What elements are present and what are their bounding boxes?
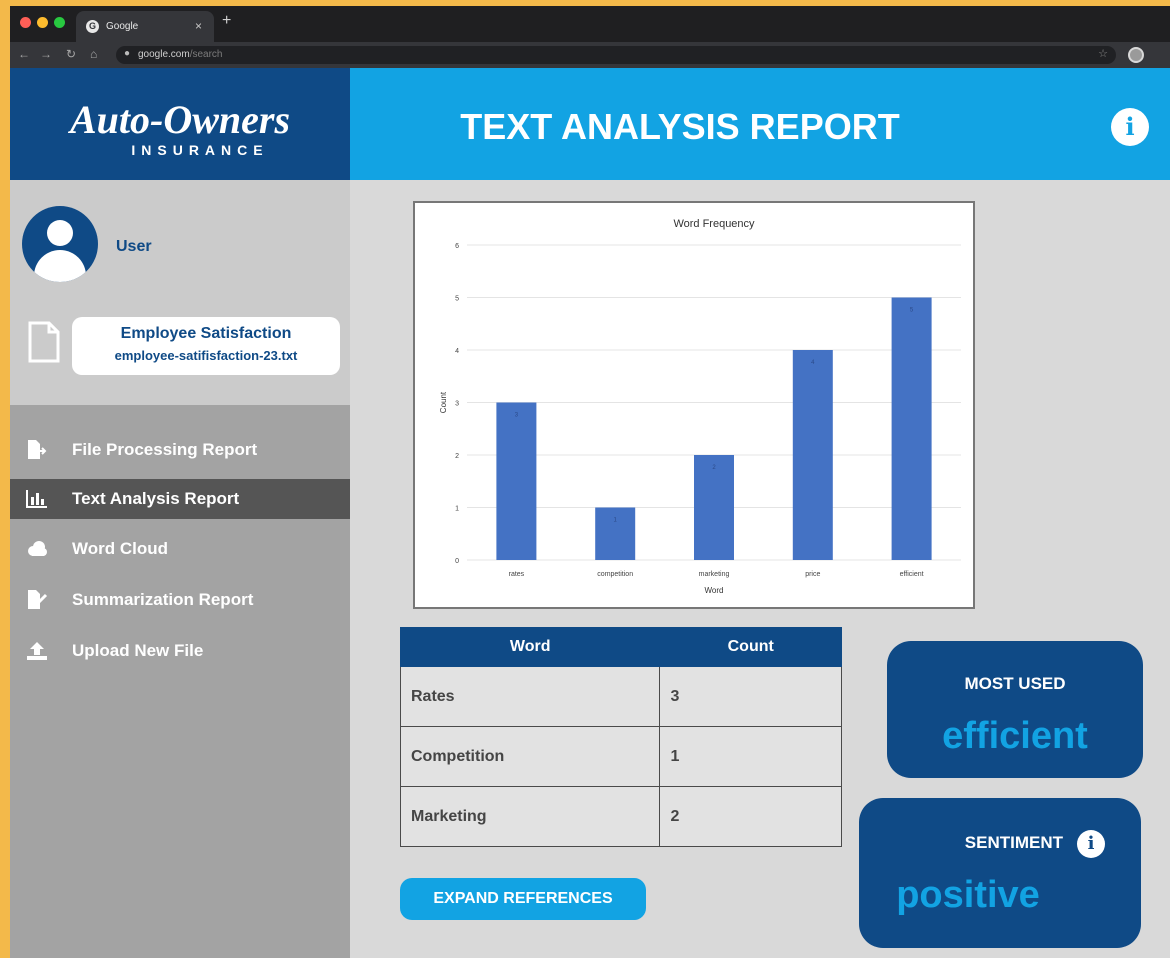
sidebar-item-label: Summarization Report [72,590,254,609]
sidebar-item-word-cloud[interactable]: Word Cloud [10,529,350,569]
most-used-label: MOST USED [964,674,1066,693]
sidebar-item-label: Word Cloud [72,539,168,558]
y-tick-label: 5 [455,296,459,303]
sidebar-item-upload-new-file[interactable]: Upload New File [10,631,350,671]
address-url: google.com/search [138,49,223,60]
file-signature-icon [28,590,48,609]
expand-references-button[interactable]: EXPAND REFERENCES [400,878,646,920]
upload-icon [27,642,47,660]
table-header-row: Word Count [399,627,842,667]
bar-chart-icon [26,490,47,508]
count-cell: 3 [659,666,842,727]
file-name: employee-satifisfaction-23.txt [114,348,298,363]
file-export-icon [28,440,47,459]
sidebar-item-label: File Processing Report [72,440,258,459]
browser-window: G Google × + ← → ↻ ⌂ ● google.com/search… [10,6,1170,958]
word-cell: Competition [399,726,661,787]
word-cell: Marketing [399,786,661,847]
cloud-icon [28,541,47,556]
x-tick-label: rates [509,571,525,578]
browser-toolbar: ← → ↻ ⌂ ● google.com/search ☆ [10,42,1170,68]
chart-bar [792,350,833,560]
chart-bar [595,507,636,560]
sidebar-item-text-analysis-report[interactable]: Text Analysis Report [10,479,350,519]
chart-bar [496,402,537,560]
table-row: Competition 1 [399,726,842,787]
chart-bar [891,297,932,560]
current-file-card[interactable]: Employee Satisfaction employee-satifisfa… [72,317,340,375]
browser-tab[interactable]: G Google × [76,11,214,42]
info-icon[interactable]: i [1111,108,1149,146]
chart-title: Word Frequency [673,218,755,230]
back-arrow-icon[interactable]: ← [18,47,30,61]
sidebar-item-file-processing-report[interactable]: File Processing Report [10,430,350,470]
lock-icon: ● [124,48,131,59]
close-window-button[interactable] [20,17,31,28]
sidebar-item-label: Upload New File [72,641,204,660]
y-tick-label: 3 [455,401,459,408]
x-tick-label: competition [597,571,633,578]
user-avatar-icon[interactable] [22,206,98,282]
logo-wordmark: Auto-Owners [69,97,291,142]
reload-icon[interactable]: ↻ [66,47,76,61]
sentiment-label: SENTIMENT [964,833,1063,852]
most-used-card: MOST USED efficient [887,641,1143,778]
y-tick-label: 4 [455,348,459,355]
y-tick-label: 0 [455,558,459,565]
page-title: TEXT ANALYSIS REPORT [460,106,900,147]
sidebar-item-label: Text Analysis Report [72,489,240,508]
column-header-count: Count [659,627,842,667]
tab-title: Google [106,21,139,32]
x-tick-label: efficient [900,571,924,578]
word-count-table: Word Count Rates 3 Competition 1 Marketi… [399,627,842,847]
x-axis-title: Word [705,586,724,595]
logo-subtitle: INSURANCE [131,142,269,158]
y-tick-label: 1 [455,506,459,513]
bookmark-star-icon[interactable]: ☆ [1098,47,1108,60]
sidebar: User Employee Satisfaction employee-sati… [10,180,350,958]
document-icon [28,321,60,363]
y-tick-label: 6 [455,243,459,250]
sentiment-card: SENTIMENT i positive [859,798,1141,948]
sidebar-item-summarization-report[interactable]: Summarization Report [10,580,350,620]
y-tick-label: 2 [455,453,459,460]
file-title: Employee Satisfaction [120,325,292,342]
y-axis-title: Count [439,391,448,413]
new-tab-button[interactable]: + [222,12,231,30]
sentiment-value: positive [896,874,1040,916]
table-row: Rates 3 [399,666,842,727]
url-path: /search [189,49,223,60]
x-tick-label: price [805,571,820,578]
word-cell: Rates [399,666,661,727]
brand-logo[interactable]: Auto-Owners INSURANCE [10,68,350,180]
word-frequency-chart: Word Frequency 0 1 2 3 4 5 6 3 rates 1 competition 2… [413,201,975,609]
minimize-window-button[interactable] [37,17,48,28]
home-icon[interactable]: ⌂ [90,47,97,61]
tab-close-icon[interactable]: × [195,19,202,33]
sidebar-profile-section: User Employee Satisfaction employee-sati… [10,180,350,405]
most-used-value: efficient [942,715,1088,757]
maximize-window-button[interactable] [54,17,65,28]
count-cell: 1 [659,726,842,787]
sentiment-info-icon[interactable]: i [1077,830,1105,858]
chart-canvas: Word Frequency01234563rates1competition2… [439,218,961,595]
page-header: TEXT ANALYSIS REPORT i [350,68,1170,180]
url-host: google.com [138,49,190,60]
table-row: Marketing 2 [399,786,842,847]
browser-tab-bar: G Google × + [10,6,1170,42]
address-bar[interactable]: ● google.com/search ☆ [116,46,1116,64]
forward-arrow-icon[interactable]: → [40,47,52,61]
x-tick-label: marketing [699,571,730,578]
profile-avatar-icon[interactable] [1128,47,1144,63]
column-header-word: Word [399,627,661,667]
user-name: User [116,238,152,255]
google-favicon-icon: G [86,20,99,33]
count-cell: 2 [659,786,842,847]
